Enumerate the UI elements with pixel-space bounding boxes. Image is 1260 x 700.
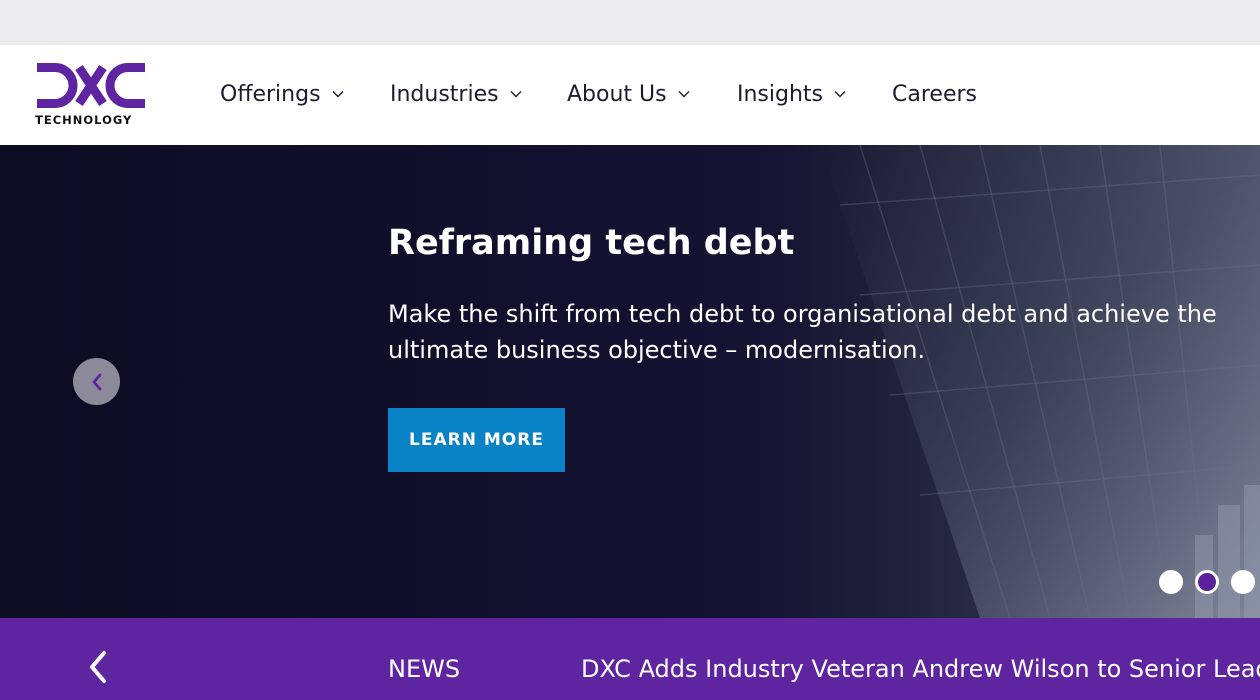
nav-label: Offerings xyxy=(220,81,321,107)
carousel-prev-button[interactable] xyxy=(73,358,120,405)
news-label: NEWS xyxy=(388,655,461,683)
nav-about-us[interactable]: About Us xyxy=(567,79,691,109)
nav-label: Industries xyxy=(390,81,499,107)
hero-background-image xyxy=(820,145,1260,618)
chevron-down-icon xyxy=(332,91,344,98)
learn-more-button[interactable]: LEARN MORE xyxy=(388,408,565,472)
hero-title: Reframing tech debt xyxy=(388,223,795,263)
carousel-pagination xyxy=(1159,570,1255,594)
top-strip xyxy=(0,0,1260,45)
nav-industries[interactable]: Industries xyxy=(390,79,523,109)
chevron-down-icon xyxy=(510,91,522,98)
nav-insights[interactable]: Insights xyxy=(737,79,847,109)
dxc-logo[interactable]: TECHNOLOGY xyxy=(35,63,147,127)
nav-label: Careers xyxy=(892,81,977,107)
hero-carousel: Reframing tech debt Make the shift from … xyxy=(0,145,1260,618)
hero-description: Make the shift from tech debt to organis… xyxy=(388,300,1217,364)
news-headline-link[interactable]: DXC Adds Industry Veteran Andrew Wilson … xyxy=(581,655,1260,683)
chevron-down-icon xyxy=(834,91,846,98)
logo-subtitle: TECHNOLOGY xyxy=(35,113,133,127)
carousel-dot[interactable] xyxy=(1159,570,1183,594)
site-header: TECHNOLOGY Offerings Industries About Us… xyxy=(0,45,1260,145)
chevron-left-icon xyxy=(92,373,101,390)
carousel-dot[interactable] xyxy=(1231,570,1255,594)
dxc-logo-mark xyxy=(37,63,145,108)
nav-offerings[interactable]: Offerings xyxy=(220,79,345,109)
nav-label: Insights xyxy=(737,81,824,107)
nav-label: About Us xyxy=(567,81,667,107)
news-prev-button[interactable] xyxy=(80,648,116,688)
carousel-dot-active[interactable] xyxy=(1195,570,1219,594)
nav-careers[interactable]: Careers xyxy=(892,79,977,109)
news-ticker: NEWS DXC Adds Industry Veteran Andrew Wi… xyxy=(0,618,1260,700)
chevron-down-icon xyxy=(678,91,690,98)
chevron-left-icon xyxy=(90,650,106,683)
